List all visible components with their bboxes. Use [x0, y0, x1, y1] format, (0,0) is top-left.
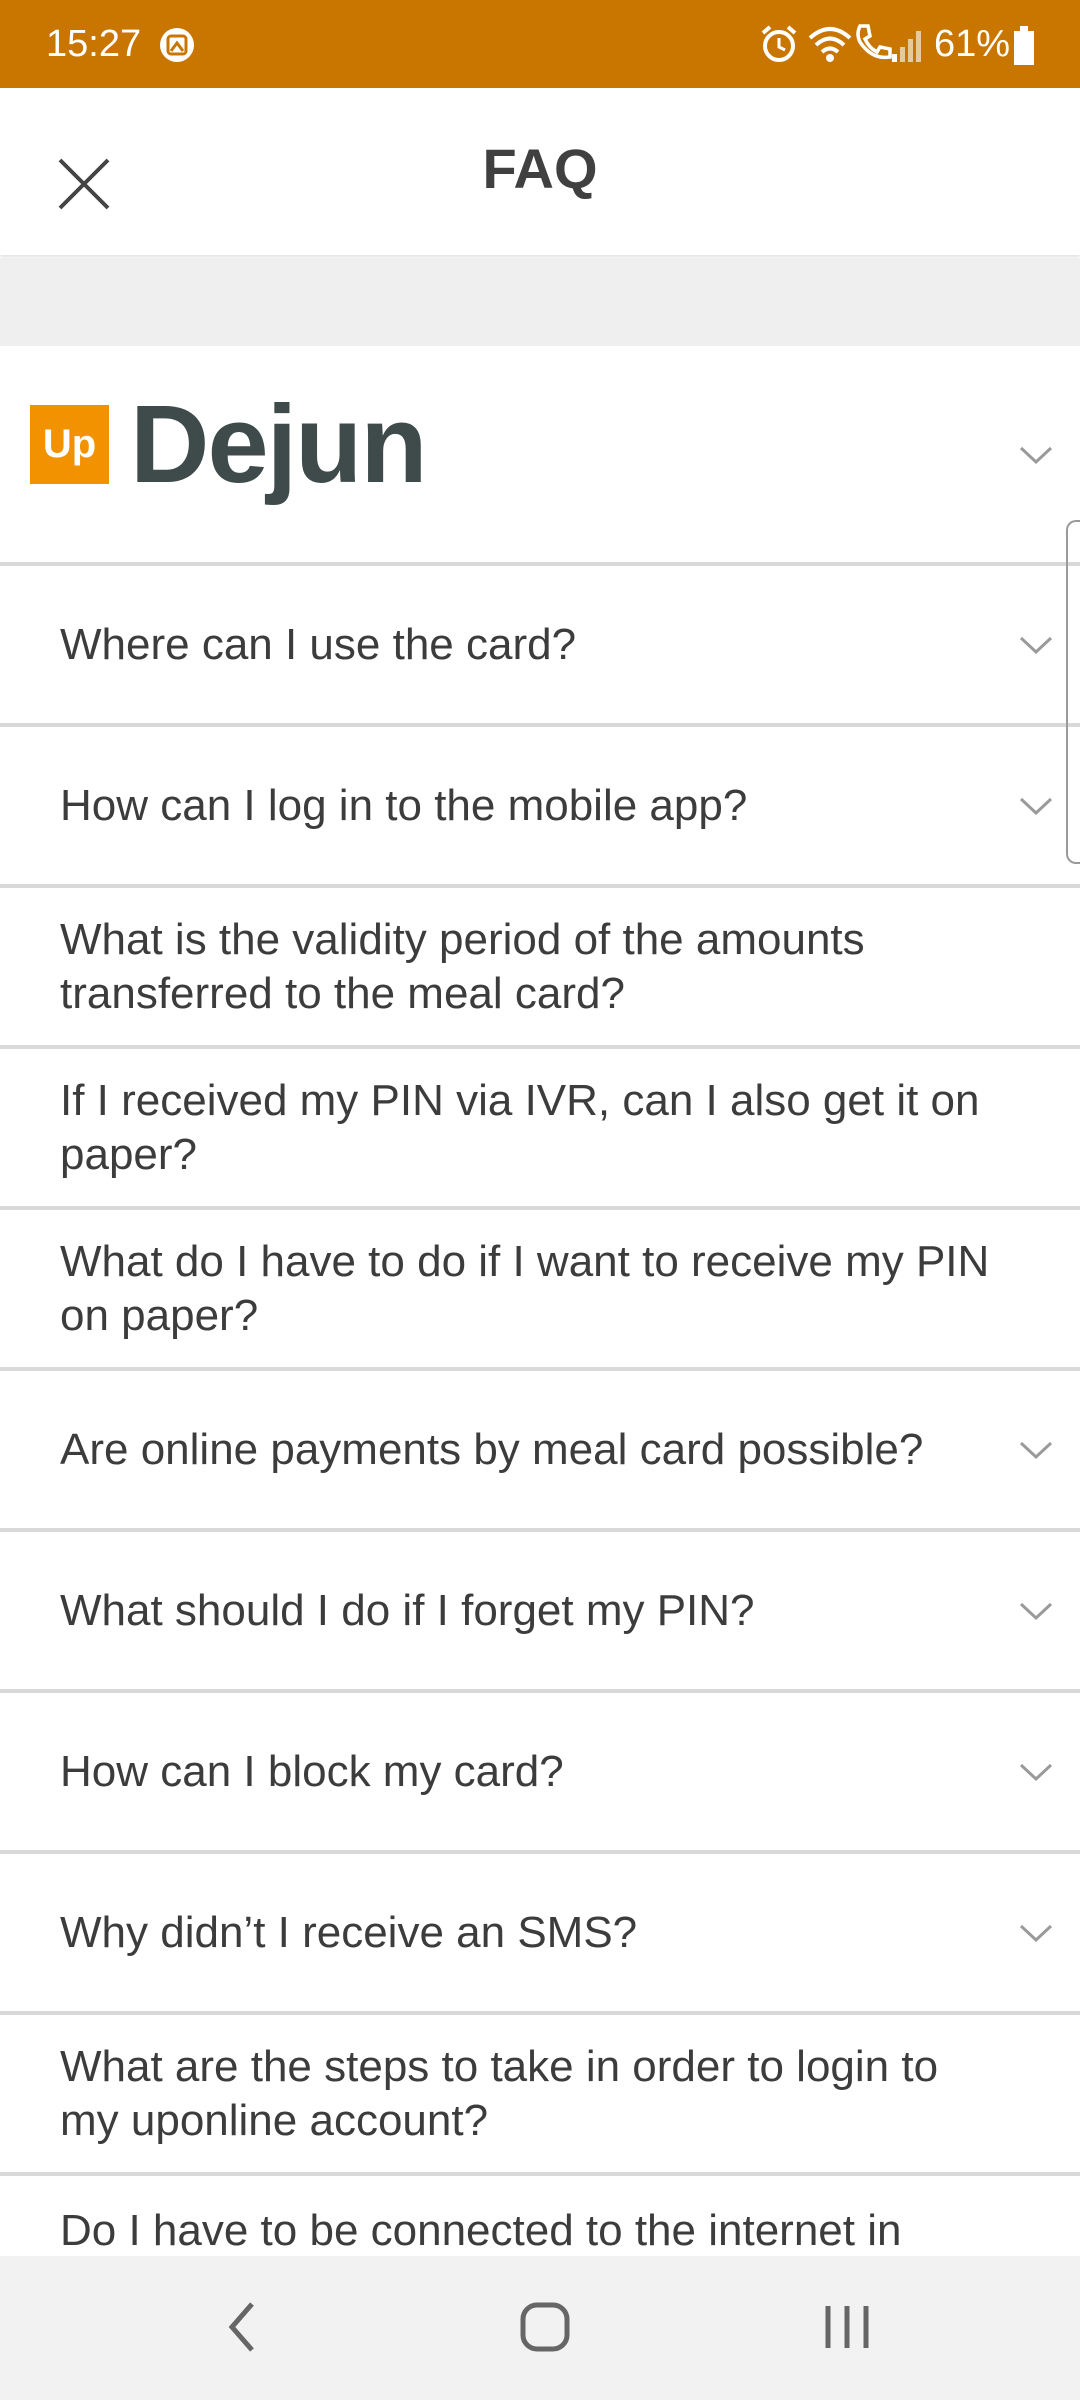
call-icon [856, 24, 892, 60]
faq-item[interactable]: What are the steps to take in order to l… [0, 2011, 1080, 2172]
faq-item[interactable]: How can I log in to the mobile app? [0, 723, 1080, 884]
brand-header-row[interactable]: Up Dejun [0, 346, 1080, 564]
status-bar: 15:27 61% [0, 0, 1080, 88]
home-icon[interactable] [510, 2292, 580, 2362]
chevron-down-icon[interactable] [1018, 1761, 1054, 1783]
chevron-down-icon[interactable] [1018, 634, 1054, 656]
battery-icon [1014, 26, 1034, 65]
chevron-down-icon[interactable] [1018, 1600, 1054, 1622]
status-time: 15:27 [46, 23, 142, 65]
scrollbar-handle[interactable] [1066, 520, 1080, 864]
faq-item[interactable]: What is the validity period of the amoun… [0, 884, 1080, 1045]
faq-list: Where can I use the card? How can I log … [0, 562, 1080, 2333]
faq-question: What do I have to do if I want to receiv… [60, 1236, 990, 1340]
faq-item[interactable]: What should I do if I forget my PIN? [0, 1528, 1080, 1689]
faq-item[interactable]: How can I block my card? [0, 1689, 1080, 1850]
chevron-down-icon[interactable] [1018, 1439, 1054, 1461]
signal-icon [892, 31, 921, 62]
brand-wordmark: Dejun [130, 383, 428, 506]
faq-question: How can I block my card? [60, 1746, 564, 1796]
recents-icon[interactable] [812, 2292, 882, 2362]
faq-item[interactable]: Are online payments by meal card possibl… [0, 1367, 1080, 1528]
alarm-icon [761, 25, 797, 62]
faq-item[interactable]: Why didn’t I receive an SMS? [0, 1850, 1080, 2011]
faq-question: What is the validity period of the amoun… [60, 914, 865, 1018]
back-icon[interactable] [208, 2292, 278, 2362]
gallery-icon [160, 28, 194, 62]
chevron-down-icon[interactable] [1018, 1922, 1054, 1944]
chevron-down-icon[interactable] [1018, 444, 1054, 466]
wifi-icon [808, 27, 852, 62]
faq-question: What should I do if I forget my PIN? [60, 1585, 755, 1635]
navigation-bar [0, 2256, 1080, 2400]
app-bar: FAQ [0, 88, 1080, 255]
faq-question: What are the steps to take in order to l… [60, 2041, 939, 2145]
faq-item[interactable]: What do I have to do if I want to receiv… [0, 1206, 1080, 1367]
faq-item[interactable]: Where can I use the card? [0, 562, 1080, 723]
faq-question: How can I log in to the mobile app? [60, 780, 748, 830]
battery-percent: 61% [934, 23, 1011, 65]
page-title: FAQ [482, 137, 598, 200]
faq-item[interactable]: If I received my PIN via IVR, can I also… [0, 1045, 1080, 1206]
chevron-down-icon[interactable] [1018, 795, 1054, 817]
faq-question: Why didn’t I receive an SMS? [60, 1907, 638, 1957]
up-logo-badge: Up [30, 405, 109, 484]
faq-question: Where can I use the card? [60, 619, 577, 669]
section-spacer [0, 258, 1080, 346]
faq-question: Are online payments by meal card possibl… [60, 1424, 924, 1474]
faq-question: If I received my PIN via IVR, can I also… [60, 1075, 980, 1179]
